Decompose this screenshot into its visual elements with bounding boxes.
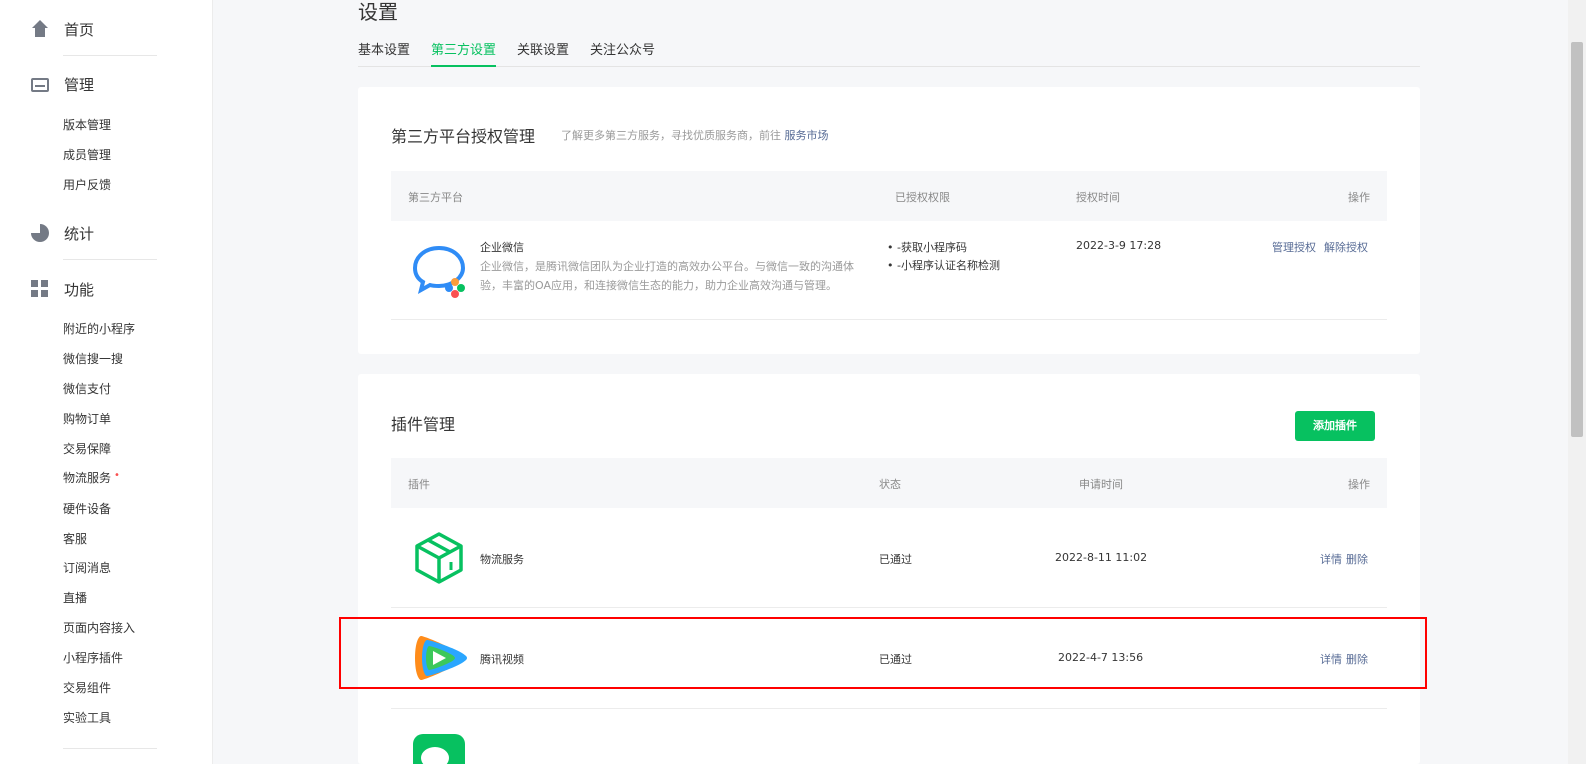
nav-home[interactable]: 首页 (31, 19, 94, 39)
third-party-table-header: 第三方平台 已授权权限 授权时间 操作 (391, 171, 1387, 221)
nav-item-orders[interactable]: 购物订单 (63, 411, 111, 427)
nav-divider (63, 259, 157, 260)
third-party-card: 第三方平台授权管理 了解更多第三方服务，寻找优质服务商，前往 服务市场 第三方平… (358, 87, 1420, 354)
third-party-name: 企业微信 (480, 241, 524, 254)
third-party-desc-2: 验，丰富的OA应用，和连接微信生态的能力，助力企业高效沟通与管理。 (480, 279, 837, 292)
nav-item-feedback[interactable]: 用户反馈 (63, 177, 111, 193)
nav-item-subscribe[interactable]: 订阅消息 (63, 560, 111, 576)
home-icon (31, 20, 49, 38)
row-divider (391, 607, 1387, 608)
third-party-title: 第三方平台授权管理 (391, 127, 536, 146)
nav-item-live[interactable]: 直播 (63, 590, 87, 606)
nav-stats-label: 统计 (64, 224, 95, 243)
plugin-table-header: 插件 状态 申请时间 操作 (391, 458, 1387, 508)
col-auth-time: 授权时间 (1076, 191, 1120, 204)
nav-divider (63, 748, 157, 749)
nav-item-pay[interactable]: 微信支付 (63, 381, 111, 397)
permission-item: • -获取小程序码 (887, 241, 967, 254)
nav-item-service[interactable]: 客服 (63, 531, 87, 547)
tab-basic[interactable]: 基本设置 (358, 42, 410, 67)
nav-item-search[interactable]: 微信搜一搜 (63, 351, 123, 367)
plugin-title: 插件管理 (391, 415, 456, 434)
tab-follow-account[interactable]: 关注公众号 (590, 42, 655, 67)
settings-tabs: 基本设置 第三方设置 关联设置 关注公众号 (358, 42, 1420, 67)
plugin-time: 2022-8-11 11:02 (1055, 551, 1148, 564)
col-plugin: 插件 (408, 478, 430, 491)
col-platform: 第三方平台 (408, 191, 463, 204)
revoke-auth-link[interactable]: 解除授权 (1324, 239, 1368, 255)
highlight-box (339, 617, 1427, 689)
nav-item-nearby[interactable]: 附近的小程序 (63, 321, 135, 337)
third-party-desc-text: 了解更多第三方服务，寻找优质服务商，前往 (561, 129, 781, 142)
tab-third-party[interactable]: 第三方设置 (431, 42, 497, 67)
new-badge: • (114, 470, 120, 481)
nav-item-version[interactable]: 版本管理 (63, 117, 111, 133)
wecom-icon (412, 245, 466, 298)
row-divider (391, 708, 1387, 709)
nav-item-hardware[interactable]: 硬件设备 (63, 501, 111, 517)
third-party-desc: 了解更多第三方服务，寻找优质服务商，前往 服务市场 (561, 127, 829, 143)
nav-features[interactable]: 功能 (31, 279, 94, 299)
service-market-link[interactable]: 服务市场 (785, 129, 829, 142)
grid-icon (31, 280, 49, 298)
plugin-detail-link[interactable]: 详情 (1320, 551, 1342, 567)
auth-time: 2022-3-9 17:28 (1076, 239, 1162, 252)
col-permissions: 已授权权限 (895, 191, 950, 204)
nav-item-logistics-label: 物流服务 (63, 471, 112, 485)
third-party-desc-1: 企业微信，是腾讯微信团队为企业打造的高效办公平台。与微信一致的沟通体 (480, 260, 854, 273)
nav-item-lab[interactable]: 实验工具 (63, 710, 111, 726)
col-actions: 操作 (1348, 478, 1370, 491)
inbox-icon (31, 78, 49, 92)
scrollbar-thumb[interactable] (1571, 42, 1583, 437)
nav-item-plugin[interactable]: 小程序插件 (63, 650, 123, 666)
nav-item-members[interactable]: 成员管理 (63, 147, 111, 163)
nav-item-content[interactable]: 页面内容接入 (63, 620, 135, 636)
nav-divider (63, 55, 157, 56)
col-actions: 操作 (1348, 191, 1370, 204)
logistics-box-icon (415, 532, 463, 584)
scrollbar[interactable] (1568, 0, 1586, 764)
sidebar: 首页 管理 版本管理 成员管理 用户反馈 统计 功能 附近的小程序 微信搜一搜 … (0, 0, 213, 764)
page-title: 设置 (358, 0, 398, 24)
permission-item: • -小程序认证名称检测 (887, 259, 1000, 272)
nav-item-trade[interactable]: 交易组件 (63, 680, 111, 696)
col-apply-time: 申请时间 (1079, 478, 1123, 491)
nav-manage-label: 管理 (64, 75, 95, 94)
manage-auth-link[interactable]: 管理授权 (1272, 239, 1316, 255)
plugin-name: 物流服务 (480, 553, 524, 566)
nav-item-guarantee[interactable]: 交易保障 (63, 441, 111, 457)
row-divider (391, 319, 1387, 320)
nav-item-logistics[interactable]: 物流服务 • (63, 470, 120, 488)
col-status: 状态 (879, 478, 901, 491)
nav-manage[interactable]: 管理 (31, 74, 94, 94)
add-plugin-button[interactable]: 添加插件 (1295, 411, 1375, 441)
nav-features-label: 功能 (64, 280, 95, 299)
nav-home-label: 首页 (64, 20, 95, 39)
pie-chart-icon (31, 224, 49, 242)
plugin-status: 已通过 (879, 553, 912, 566)
wechat-plugin-icon (413, 734, 465, 764)
plugin-delete-link[interactable]: 删除 (1346, 551, 1368, 567)
plugin-card: 插件管理 添加插件 插件 状态 申请时间 操作 物流服务 已通过 2022-8-… (358, 374, 1420, 764)
nav-stats[interactable]: 统计 (31, 223, 94, 243)
tab-linked[interactable]: 关联设置 (517, 42, 569, 67)
